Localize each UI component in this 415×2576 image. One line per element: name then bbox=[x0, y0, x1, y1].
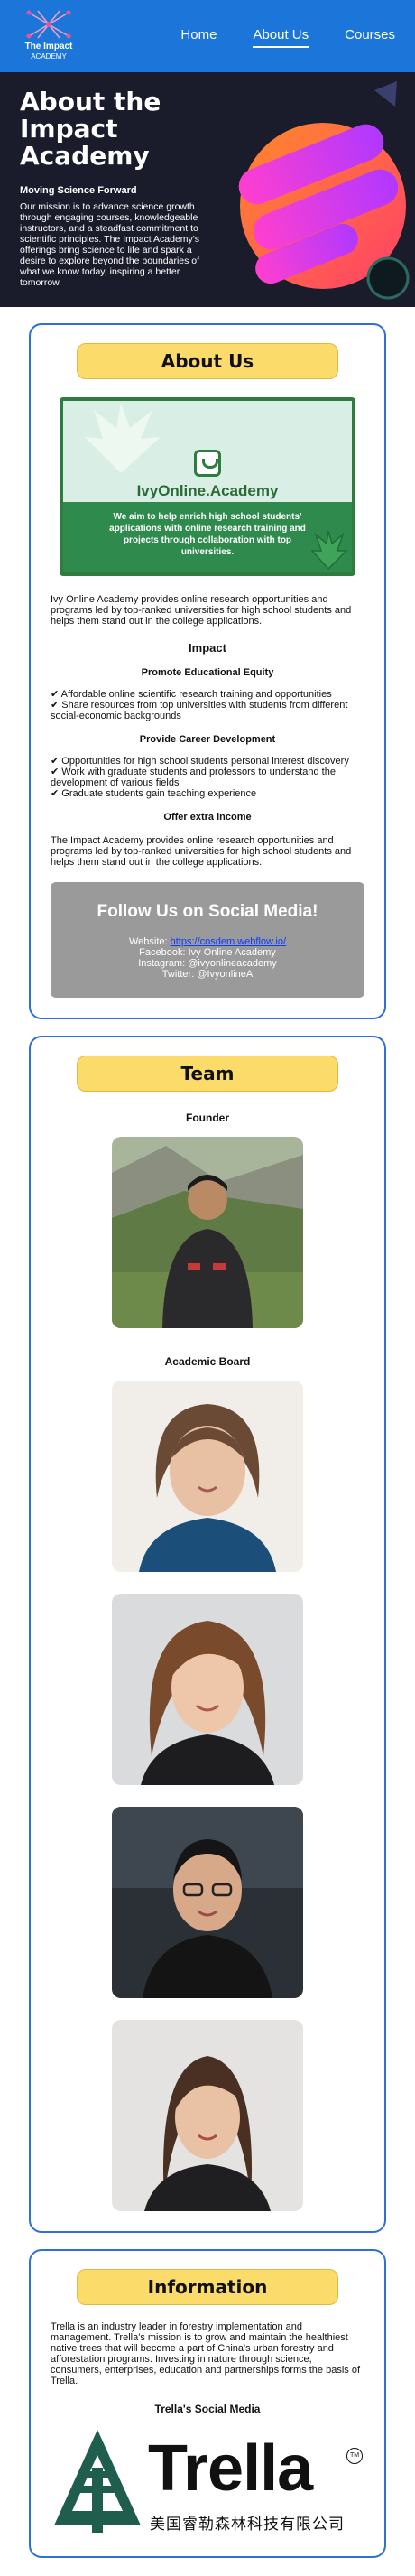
equity-list: ✔ Affordable online scientific research … bbox=[51, 689, 364, 721]
social-twitter: Twitter: @IvyonlineA bbox=[161, 969, 254, 980]
section-heading-career: Provide Career Development bbox=[139, 734, 276, 745]
hero-subtitle: Moving Science Forward bbox=[20, 185, 137, 196]
website-label: Website: bbox=[128, 936, 171, 947]
social-facebook: Facebook: Ivy Online Academy bbox=[139, 947, 276, 958]
board-member-photo-3 bbox=[112, 1807, 303, 1998]
social-instagram: Instagram: @ivyonlineacademy bbox=[138, 958, 277, 969]
nav-links: Home About Us Courses bbox=[180, 27, 395, 48]
section-heading-income: Offer extra income bbox=[163, 812, 252, 823]
ivy-leaf-small-icon bbox=[310, 530, 348, 571]
logo-mark-icon bbox=[26, 10, 71, 39]
about-us-heading: About Us bbox=[77, 343, 338, 379]
social-lines: Website: https://cosdem.webflow.io/ Face… bbox=[51, 936, 364, 980]
logo-line1: The Impact bbox=[24, 42, 73, 51]
list-item: ✔ Share resources from top universities … bbox=[51, 700, 348, 721]
site-logo[interactable]: The Impact ACADEMY bbox=[20, 7, 78, 65]
team-card: Team Founder Academic Board bbox=[29, 1036, 386, 2233]
about-intro: Ivy Online Academy provides online resea… bbox=[51, 594, 352, 627]
board-member-photo-4 bbox=[112, 2020, 303, 2211]
trella-chinese-name: 美国睿勒森林科技有限公司 bbox=[150, 2516, 345, 2533]
list-item: ✔ Work with graduate students and profes… bbox=[51, 767, 336, 788]
information-body: Trella is an industry leader in forestry… bbox=[51, 2321, 361, 2386]
banner-brand: IvyOnline.Academy bbox=[136, 482, 279, 499]
social-website-line: Website: https://cosdem.webflow.io/ bbox=[51, 936, 364, 947]
social-title: Follow Us on Social Media! bbox=[97, 902, 318, 921]
social-media-box: Follow Us on Social Media! Website: http… bbox=[51, 882, 364, 998]
career-list: ✔ Opportunities for high school students… bbox=[51, 756, 364, 799]
hero-body: Our mission is to advance science growth… bbox=[20, 201, 200, 288]
nav-link-about-us[interactable]: About Us bbox=[253, 27, 309, 48]
list-item: ✔ Opportunities for high school students… bbox=[51, 756, 349, 767]
trella-social-heading: Trella's Social Media bbox=[154, 2403, 261, 2415]
founder-photo bbox=[112, 1137, 303, 1328]
trella-wordmark: Trella bbox=[148, 2432, 313, 2505]
about-us-card: About Us IvyOnline.Academy We aim to hel… bbox=[29, 323, 386, 1019]
ivy-leaf-icon bbox=[85, 403, 161, 473]
ivyonline-banner-image: IvyOnline.Academy We aim to help enrich … bbox=[60, 397, 355, 576]
impact-heading: Impact bbox=[189, 641, 226, 655]
founder-heading: Founder bbox=[186, 1111, 229, 1124]
logo-line2: ACADEMY bbox=[31, 52, 67, 60]
trella-tree-icon bbox=[54, 2430, 141, 2533]
top-nav: The Impact ACADEMY Home About Us Courses bbox=[0, 0, 415, 72]
logo-text: The Impact ACADEMY bbox=[20, 42, 78, 61]
hero-section: About the Impact Academy Moving Science … bbox=[0, 72, 415, 307]
information-heading: Information bbox=[77, 2269, 338, 2305]
abstract-shapes-illustration bbox=[238, 81, 410, 300]
website-link[interactable]: https://cosdem.webflow.io/ bbox=[171, 936, 286, 947]
information-card: Information Trella is an industry leader… bbox=[29, 2249, 386, 2558]
trella-logo[interactable]: Trella TM 美国睿勒森林科技有限公司 bbox=[51, 2428, 375, 2536]
board-member-photo-2 bbox=[112, 1594, 303, 1785]
nav-link-home[interactable]: Home bbox=[180, 27, 217, 46]
about-outro: The Impact Academy provides online resea… bbox=[51, 835, 352, 868]
hero-title: About the Impact Academy bbox=[20, 87, 161, 171]
list-item: ✔ Graduate students gain teaching experi… bbox=[51, 788, 257, 799]
graduation-cap-icon bbox=[194, 450, 221, 477]
nav-link-courses[interactable]: Courses bbox=[345, 27, 395, 46]
board-member-photo-1 bbox=[112, 1381, 303, 1572]
academic-board-heading: Academic Board bbox=[164, 1355, 251, 1368]
section-heading-equity: Promote Educational Equity bbox=[141, 667, 274, 678]
trademark-icon: TM bbox=[346, 2448, 363, 2464]
team-heading: Team bbox=[77, 1056, 338, 1092]
list-item: ✔ Affordable online scientific research … bbox=[51, 689, 332, 700]
